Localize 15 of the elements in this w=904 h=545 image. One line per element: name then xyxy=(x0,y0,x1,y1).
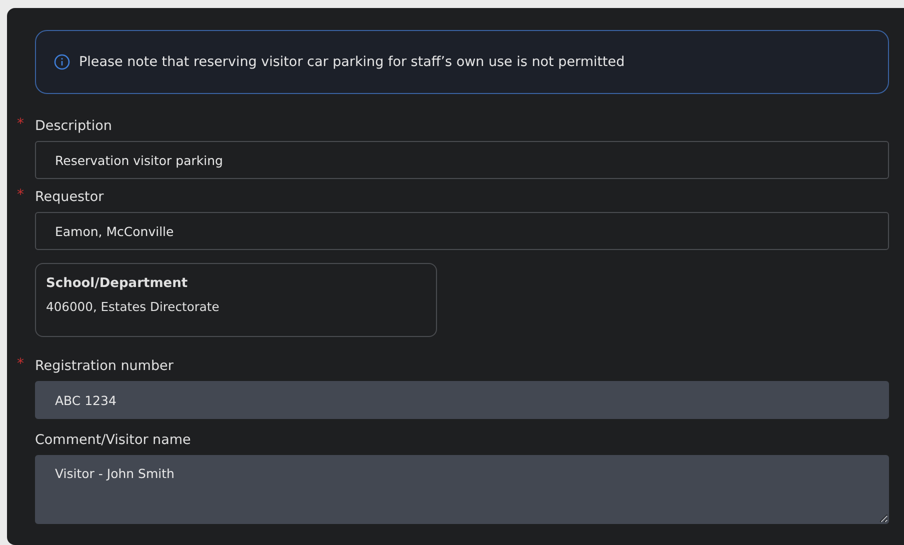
required-mark: * xyxy=(17,356,24,372)
info-icon xyxy=(54,54,70,70)
notice-text: Please note that reserving visitor car parking for staff’s own use is not permitted xyxy=(79,54,625,70)
text-area[interactable]: Visitor - John Smith xyxy=(35,455,889,524)
input-field[interactable]: Eamon, McConville xyxy=(35,212,889,250)
input-field[interactable]: ABC 1234 xyxy=(35,381,889,419)
field-label: Comment/Visitor name xyxy=(35,432,191,448)
required-mark: * xyxy=(17,116,24,132)
field-label: Registration number xyxy=(35,358,174,374)
field-label: Description xyxy=(35,118,112,134)
input-field[interactable]: Reservation visitor parking xyxy=(35,141,889,179)
popover-text: 406000, Estates Directorate xyxy=(46,300,220,314)
popover-title: School/Department xyxy=(46,276,189,291)
field-label: Requestor xyxy=(35,189,104,205)
required-mark: * xyxy=(17,187,24,203)
